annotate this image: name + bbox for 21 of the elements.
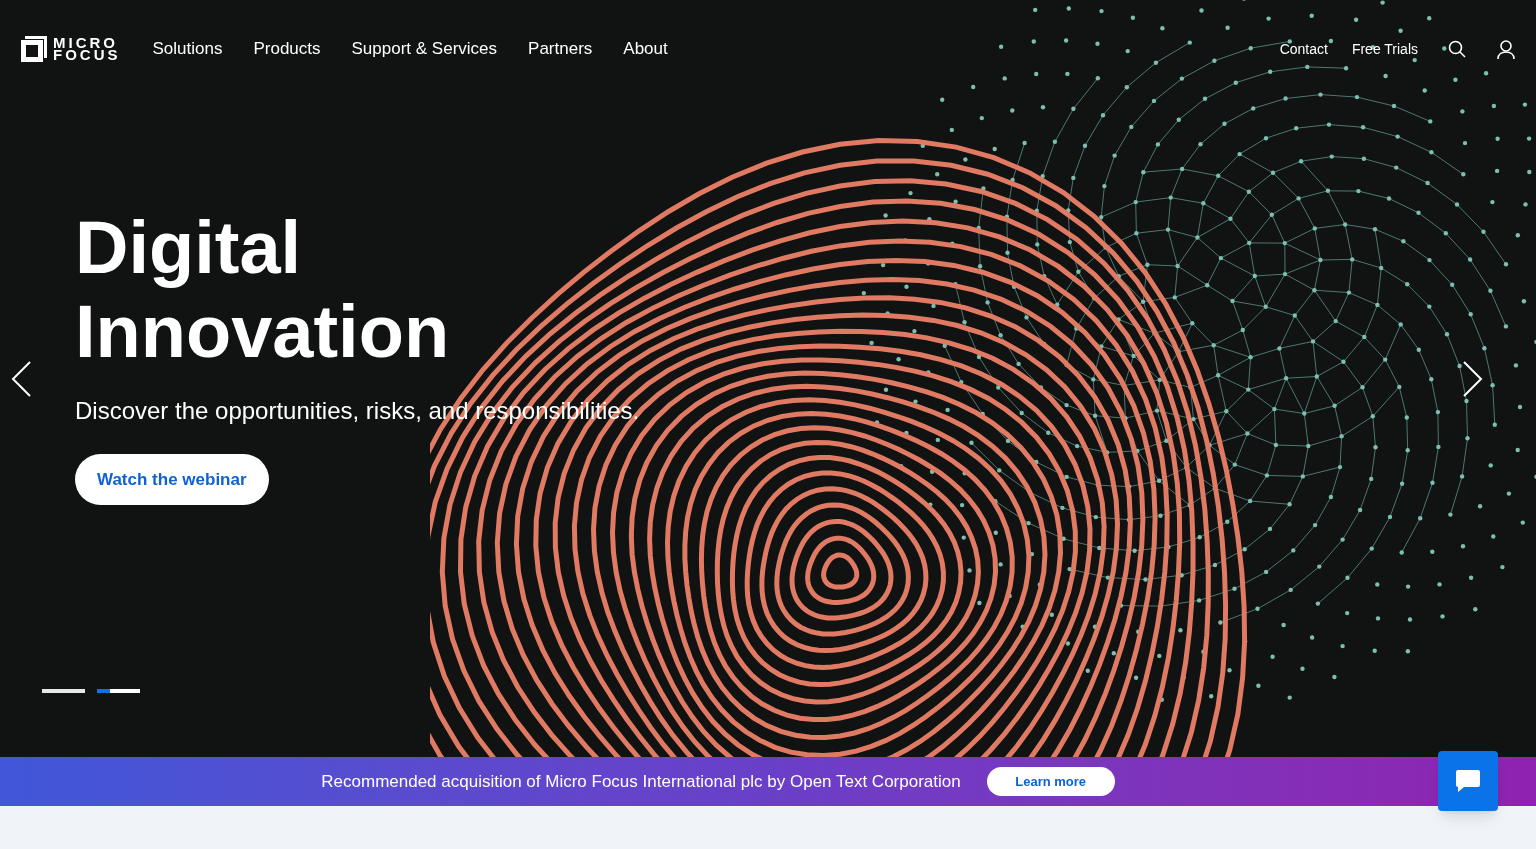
hero-title: Innovation [75,290,450,374]
logo-text: MICRO [53,37,119,49]
webinar-button[interactable]: Watch the webinar [75,454,269,505]
logo-icon [21,36,47,62]
chat-button[interactable] [1438,751,1498,811]
hero-title: Digital [75,206,302,290]
slide-indicator[interactable] [97,689,140,693]
chat-bubble-icon [1455,769,1481,793]
nav-link[interactable]: Support & Services [351,36,498,62]
logo[interactable]: MICRO FOCUS [21,36,121,62]
nav-link[interactable]: Solutions [152,36,223,62]
search-icon[interactable] [1448,40,1466,58]
nav-link[interactable]: Partners [528,36,593,62]
user-icon[interactable] [1497,39,1515,59]
utility-link[interactable]: Free Trials [1351,38,1418,60]
utility-link[interactable]: Contact [1279,38,1328,60]
logo-text: FOCUS [53,49,121,61]
banner-text: Recommended acquisition of Micro Focus International plc by Open Text Corporation [321,770,961,793]
nav-link[interactable]: About [623,36,668,62]
learn-more-button[interactable]: Learn more [986,767,1115,796]
nav-link[interactable]: Products [253,36,321,62]
